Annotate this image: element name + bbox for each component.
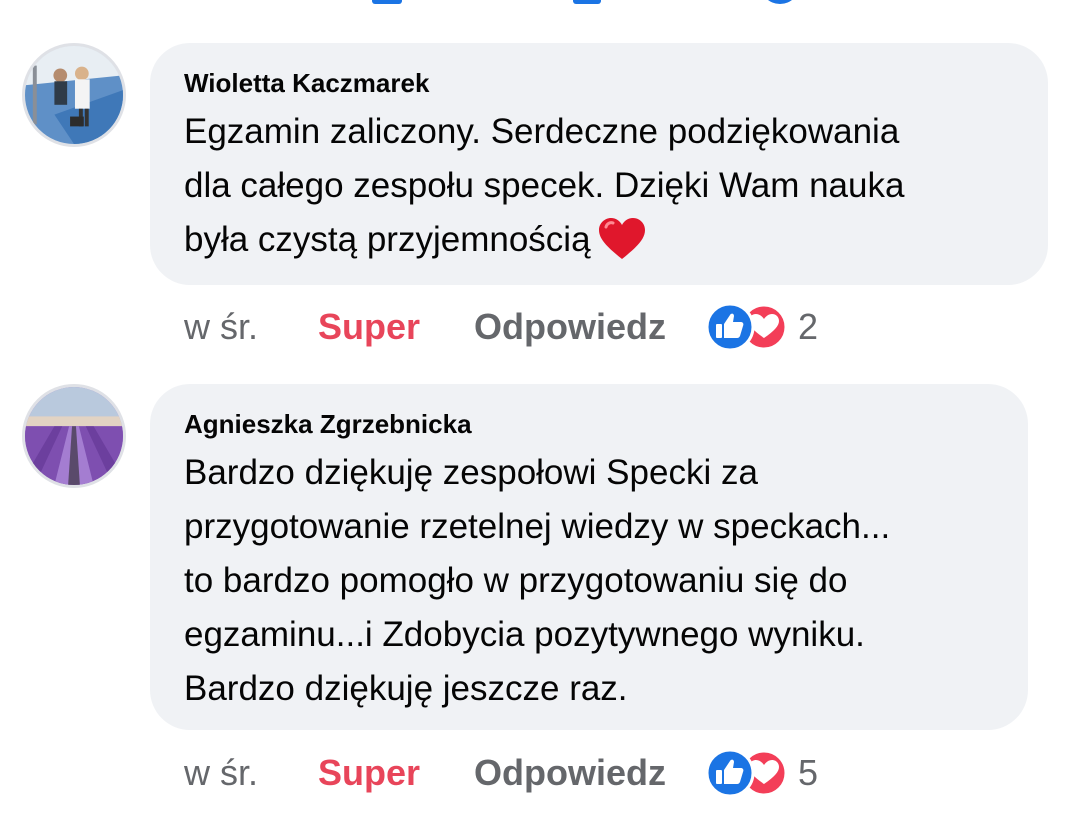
comment-text: Egzamin zaliczony. Serdeczne podziękowan… <box>184 105 1014 267</box>
comment-text-line: egzaminu...i Zdobycia pozytywnego wyniku… <box>184 615 865 654</box>
comment-text-line: to bardzo pomogło w przygotowaniu się do <box>184 561 848 600</box>
reply-button[interactable]: Odpowiedz <box>474 752 704 794</box>
comment-actions: w śr. Super Odpowiedz 5 <box>184 748 818 798</box>
comment-text-line: przygotowanie rzetelnej wiedzy w speckac… <box>184 507 891 546</box>
reaction-button[interactable]: Super <box>318 306 474 348</box>
comment-text-line: Egzamin zaliczony. Serdeczne podziękowan… <box>184 112 900 151</box>
red-heart-icon <box>597 217 647 261</box>
comment-bubble: Wioletta Kaczmarek Egzamin zaliczony. Se… <box>150 43 1048 285</box>
comment-author[interactable]: Wioletta Kaczmarek <box>184 65 1014 101</box>
comment-text: Bardzo dziękuję zespołowi Specki za przy… <box>184 446 994 716</box>
user-photo-avatar[interactable] <box>22 43 126 147</box>
reaction-summary[interactable]: 5 <box>704 748 818 798</box>
like-icon <box>705 748 755 798</box>
like-icon <box>705 302 755 352</box>
reaction-count: 2 <box>798 306 819 347</box>
reaction-summary[interactable]: 2 <box>704 302 818 352</box>
comment-text-line: była czystą przyjemnością <box>184 220 591 259</box>
comment-timestamp[interactable]: w śr. <box>184 306 318 348</box>
reaction-count: 5 <box>798 752 819 793</box>
previous-content-remnant <box>0 0 1074 10</box>
comment-text-line: Bardzo dziękuję jeszcze raz. <box>184 669 628 708</box>
comment-bubble: Agnieszka Zgrzebnicka Bardzo dziękuję ze… <box>150 384 1028 730</box>
lavender-field-avatar[interactable] <box>22 384 126 488</box>
reaction-button[interactable]: Super <box>318 752 474 794</box>
comment-author[interactable]: Agnieszka Zgrzebnicka <box>184 406 994 442</box>
reply-button[interactable]: Odpowiedz <box>474 306 704 348</box>
comment-text-line: dla całego zespołu specek. Dzięki Wam na… <box>184 166 905 205</box>
comment-text-line: Bardzo dziękuję zespołowi Specki za <box>184 453 758 492</box>
comment-timestamp[interactable]: w śr. <box>184 752 318 794</box>
comment-actions: w śr. Super Odpowiedz 2 <box>184 302 818 352</box>
